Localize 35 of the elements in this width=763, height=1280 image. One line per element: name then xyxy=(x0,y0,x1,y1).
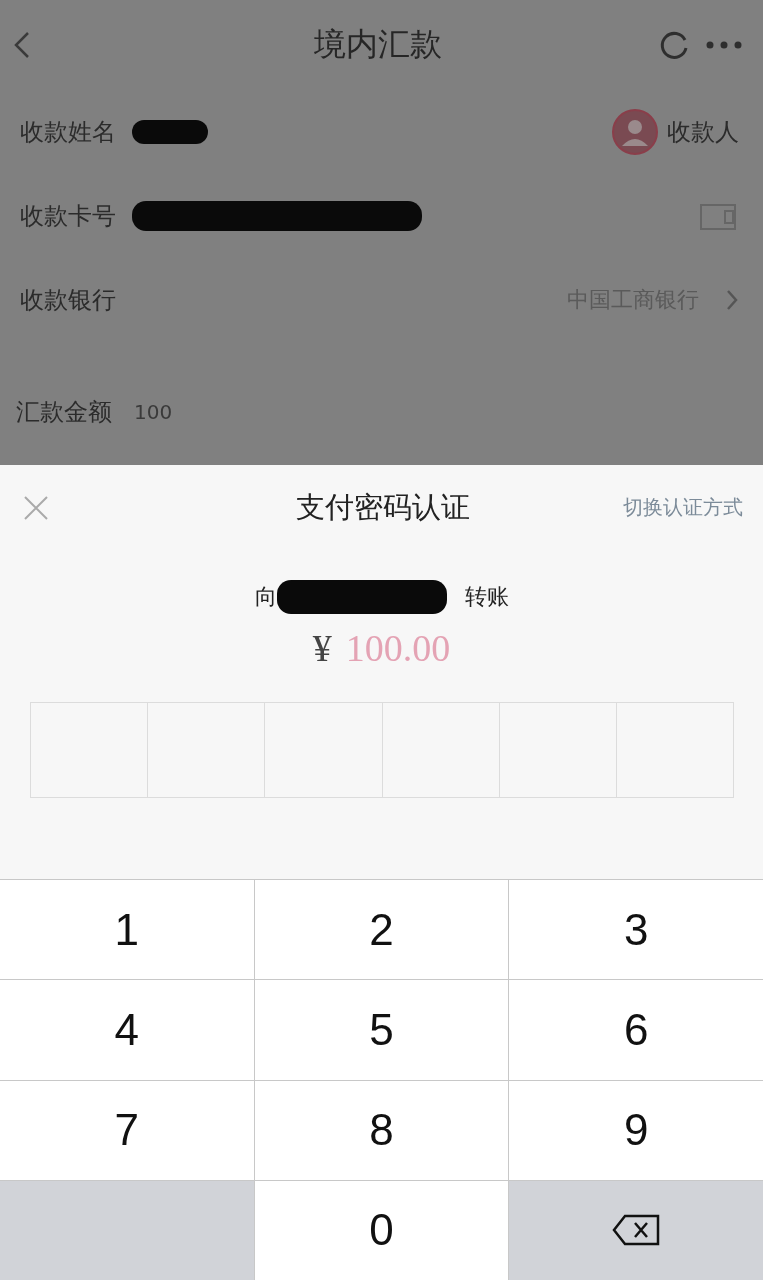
digit-key[interactable]: 2 xyxy=(254,880,509,980)
digit-key[interactable]: 0 xyxy=(254,1180,509,1280)
field-label: 收款姓名 xyxy=(20,117,116,148)
field-label: 收款银行 xyxy=(20,285,116,316)
digit-key[interactable]: 7 xyxy=(0,1080,254,1180)
pin-box[interactable] xyxy=(615,702,735,798)
pin-box[interactable] xyxy=(381,702,500,798)
card-scan-icon[interactable] xyxy=(699,201,739,231)
close-icon[interactable] xyxy=(22,493,50,522)
amount-value: 100 xyxy=(134,400,173,424)
person-icon[interactable] xyxy=(611,108,659,156)
currency-sign: ¥ xyxy=(312,626,332,670)
amount-text: 100.00 xyxy=(345,626,451,670)
digit-key[interactable]: 1 xyxy=(0,880,254,980)
back-icon[interactable] xyxy=(12,30,32,60)
digit-key[interactable]: 5 xyxy=(254,980,509,1080)
pin-box[interactable] xyxy=(498,702,617,798)
field-label: 汇款金额 xyxy=(16,397,112,428)
chevron-right-icon[interactable] xyxy=(725,288,739,312)
backspace-icon[interactable] xyxy=(611,1213,662,1248)
digit-key[interactable]: 3 xyxy=(509,880,763,980)
page-title: 境内汇款 xyxy=(313,24,442,65)
field-label: 收款卡号 xyxy=(20,201,116,232)
digit-key[interactable]: 8 xyxy=(254,1080,509,1180)
payee-button[interactable]: 收款人 xyxy=(611,108,739,156)
pin-box[interactable] xyxy=(30,702,149,798)
payee-prefix: 向 xyxy=(254,583,277,611)
sheet-title: 支付密码认证 xyxy=(295,488,470,526)
payee-suffix: 转账 xyxy=(464,583,509,611)
digit-key[interactable]: 9 xyxy=(509,1080,763,1180)
more-icon[interactable] xyxy=(705,40,743,50)
pin-box[interactable] xyxy=(147,702,266,798)
digit-key[interactable]: 6 xyxy=(509,980,763,1080)
pin-box[interactable] xyxy=(264,702,383,798)
digit-key[interactable]: 4 xyxy=(0,980,254,1080)
